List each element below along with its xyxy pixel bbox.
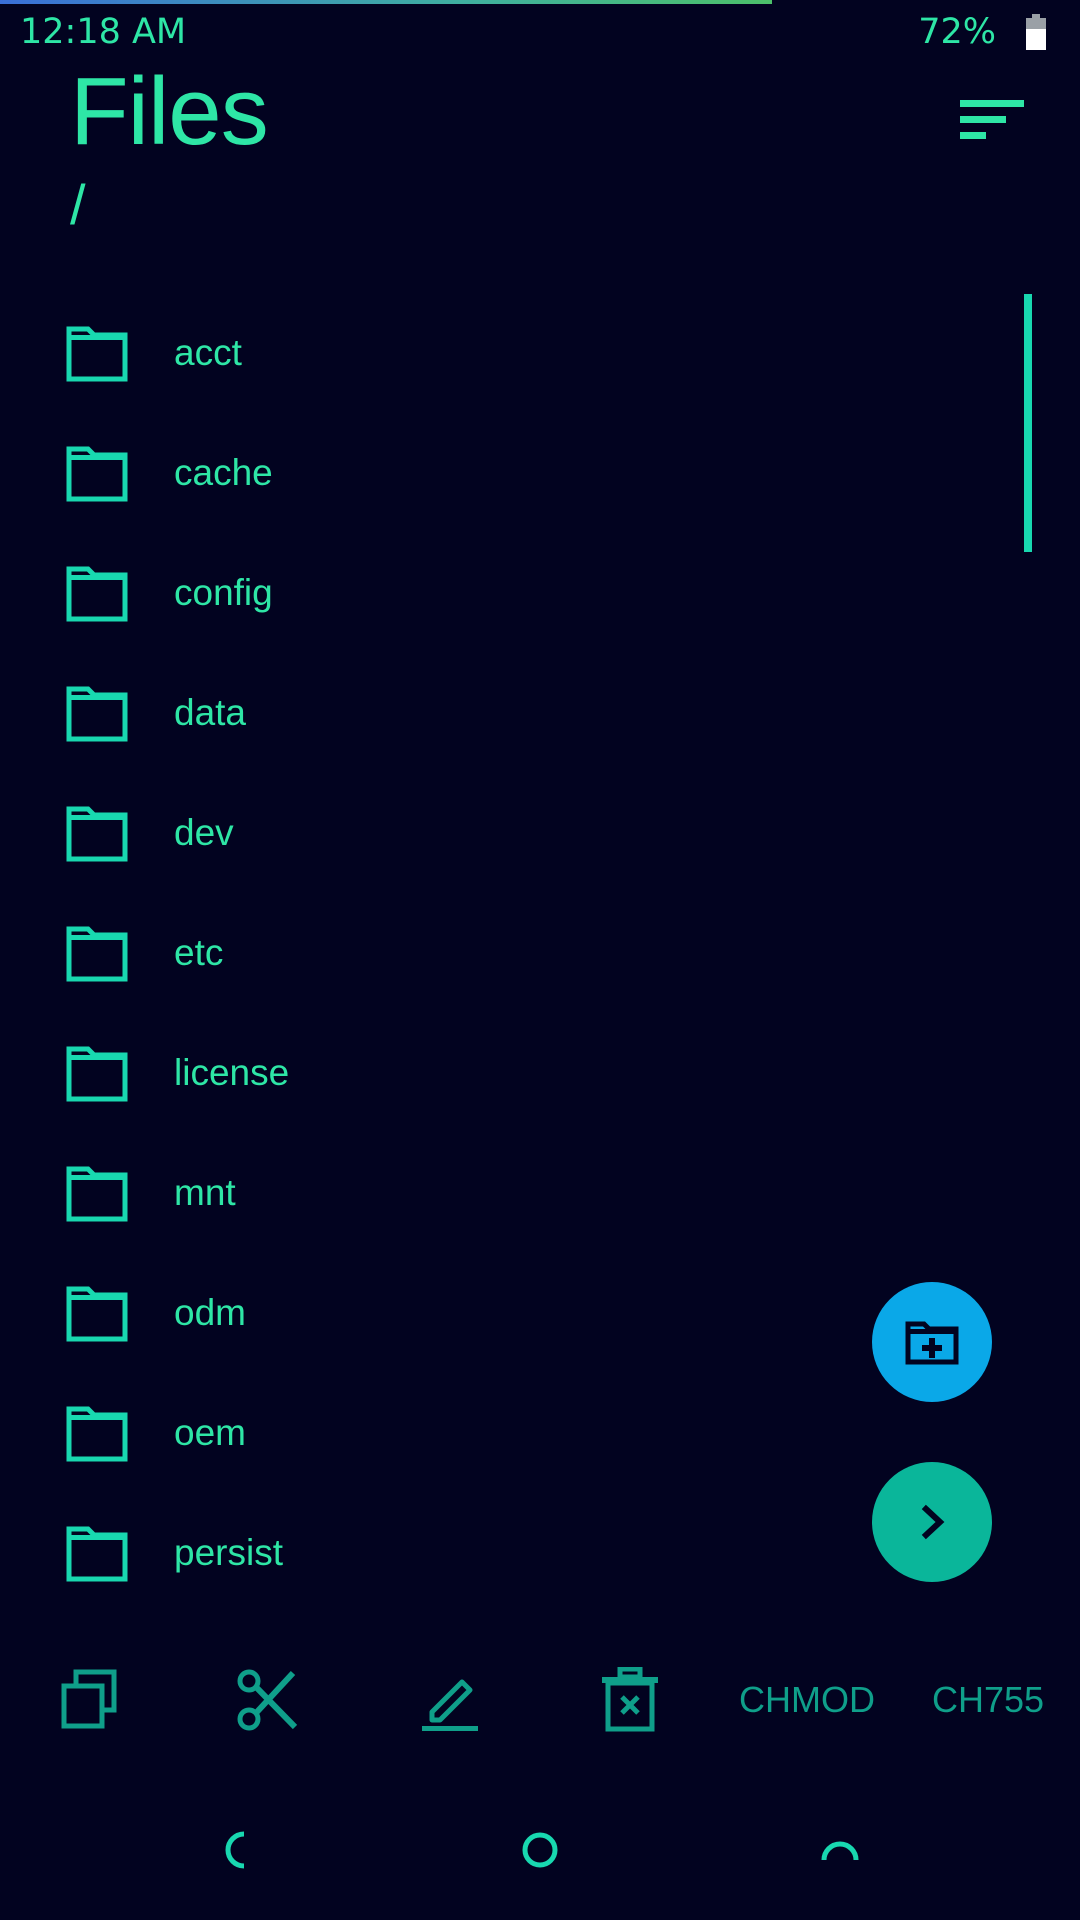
sort-icon [960,100,1024,139]
scissors-icon [237,1669,298,1731]
folder-icon [66,1046,128,1102]
folder-icon [66,1526,128,1582]
folder-icon [66,446,128,502]
file-name: mnt [174,1172,236,1213]
folder-icon [66,686,128,742]
file-row[interactable]: cache [0,420,1000,540]
page-title: Files [70,58,269,165]
battery-percent: 72% [918,12,996,52]
scrollbar[interactable] [1024,294,1032,552]
new-folder-button[interactable] [872,1282,992,1402]
file-name: config [174,572,273,613]
folder-icon [66,1286,128,1342]
file-row[interactable]: config [0,540,1000,660]
file-name: cache [174,452,273,493]
copy-icon [61,1669,117,1729]
file-manager-screen: 12:18 AM 72% Files / acct cache config data… [0,0,1080,1920]
file-row[interactable]: etc [0,900,1000,1020]
file-row[interactable]: mnt [0,1140,1000,1260]
home-icon [522,1832,558,1868]
folder-icon [66,926,128,982]
new-folder-icon [905,1321,959,1365]
nav-back-button[interactable] [210,1820,270,1880]
go-button[interactable] [872,1462,992,1582]
cut-button[interactable] [228,1660,308,1740]
file-row[interactable]: license [0,1020,1000,1140]
folder-icon [66,806,128,862]
delete-button[interactable] [590,1660,670,1740]
file-name: data [174,692,247,733]
folder-icon [66,566,128,622]
file-name: acct [174,332,242,373]
file-row[interactable]: data [0,660,1000,780]
nav-recents-button[interactable] [810,1820,870,1880]
file-name: odm [174,1292,246,1333]
file-name: dev [174,812,234,853]
folder-icon [66,326,128,382]
copy-button[interactable] [50,1660,130,1740]
edit-icon [422,1679,478,1731]
status-time: 12:18 AM [20,12,187,52]
file-row[interactable]: oem [0,1380,1000,1500]
chevron-right-icon [921,1504,945,1540]
delete-icon [602,1667,658,1732]
sort-button[interactable] [950,90,1030,150]
back-icon [225,1831,245,1869]
chmod-label: CHMOD [739,1679,875,1720]
file-name: etc [174,932,224,973]
file-row[interactable]: dev [0,780,1000,900]
ch755-label: CH755 [931,1679,1045,1720]
file-row[interactable]: acct [0,300,1000,420]
battery-icon [1026,14,1046,50]
file-row[interactable]: odm [0,1260,1000,1380]
ch755-button[interactable]: CH755 [920,1660,1056,1740]
file-name: oem [174,1412,246,1453]
file-name: license [174,1052,290,1093]
chmod-button[interactable]: CHMOD [726,1660,888,1740]
recents-icon [821,1841,859,1861]
current-path: / [70,173,86,236]
folder-icon [66,1406,128,1462]
file-name: persist [174,1532,283,1573]
nav-home-button[interactable] [510,1820,570,1880]
file-row[interactable]: persist [0,1500,1000,1620]
top-progress-line [0,0,772,4]
rename-button[interactable] [410,1660,490,1740]
folder-icon [66,1166,128,1222]
